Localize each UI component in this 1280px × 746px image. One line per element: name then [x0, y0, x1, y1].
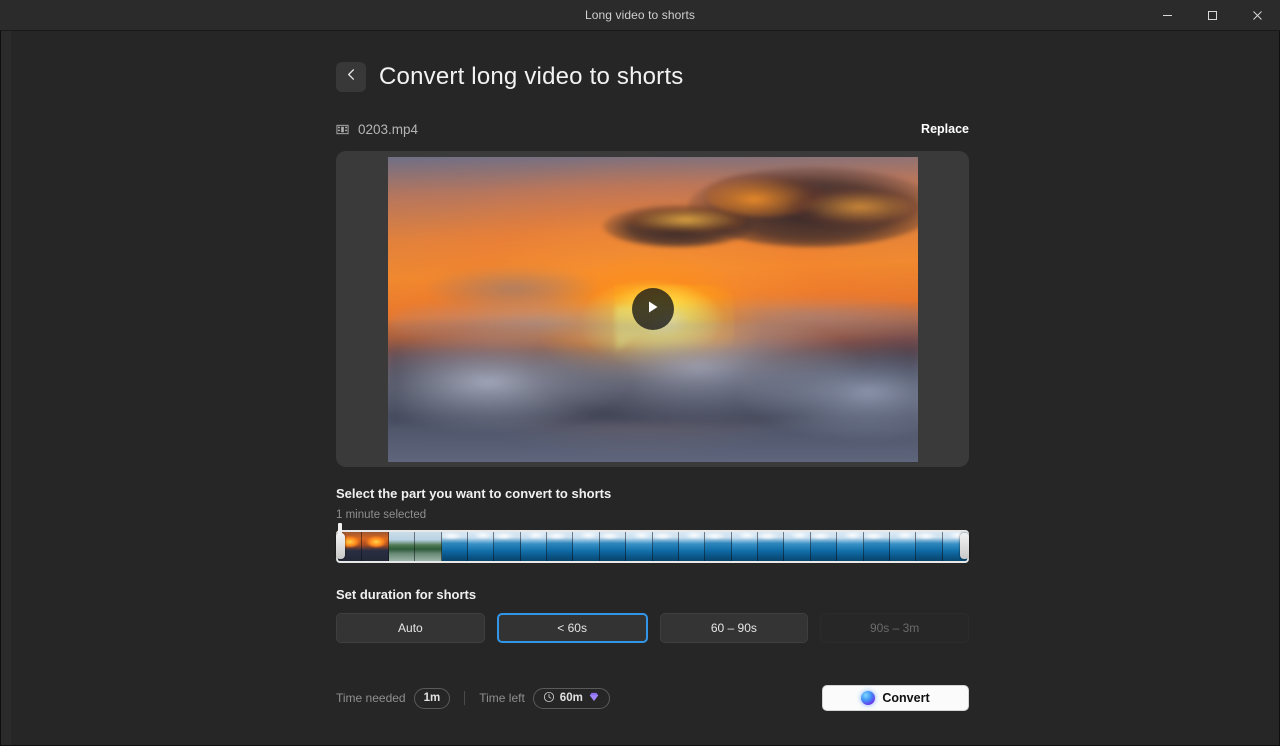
duration-option-3: 90s – 3m: [820, 613, 969, 643]
timeline-frame: [573, 530, 599, 563]
duration-option-label: Auto: [398, 621, 423, 635]
time-left-group: Time left 60m: [479, 688, 610, 709]
timeline-frame: [811, 530, 837, 563]
timeline-frame: [389, 530, 415, 563]
time-left-value: 60m: [560, 692, 583, 704]
timeline-frame: [864, 530, 890, 563]
time-left-label: Time left: [479, 691, 525, 705]
file-name: 0203.mp4: [358, 122, 418, 137]
duration-option-label: 60 – 90s: [711, 621, 757, 635]
trim-section-title: Select the part you want to convert to s…: [336, 486, 969, 501]
timeline-frame: [521, 530, 547, 563]
time-left-pill[interactable]: 60m: [533, 688, 610, 709]
chevron-left-icon: [344, 67, 359, 87]
timeline-frame: [468, 530, 494, 563]
timeline-frame: [705, 530, 731, 563]
ai-orb-icon: [861, 691, 875, 705]
convert-button[interactable]: Convert: [822, 685, 969, 711]
duration-section-title: Set duration for shorts: [336, 587, 969, 602]
timeline-frame: [653, 530, 679, 563]
video-preview-panel: [336, 151, 969, 467]
video-thumbnail[interactable]: [388, 157, 918, 462]
timeline-frame: [362, 530, 388, 563]
page-title: Convert long video to shorts: [379, 63, 683, 91]
window-controls: [1145, 0, 1280, 31]
time-needed-group: Time needed 1m: [336, 688, 450, 709]
time-needed-label: Time needed: [336, 691, 406, 705]
maximize-button[interactable]: [1190, 0, 1235, 31]
duration-options: Auto < 60s 60 – 90s 90s – 3m: [336, 613, 969, 643]
timeline-filmstrip[interactable]: [336, 530, 969, 563]
timeline-frame: [758, 530, 784, 563]
timeline-frame: [415, 530, 441, 563]
content-area: Convert long video to shorts: [11, 31, 1279, 745]
timeline-frame: [837, 530, 863, 563]
duration-option-label: < 60s: [557, 621, 587, 635]
time-needed-value: 1m: [424, 692, 441, 704]
play-button[interactable]: [632, 288, 674, 330]
play-icon: [645, 299, 660, 320]
trim-selection-text: 1 minute selected: [336, 509, 969, 521]
window-body: Convert long video to shorts: [0, 31, 1280, 746]
gem-icon: [588, 691, 600, 706]
close-button[interactable]: [1235, 0, 1280, 31]
file-row: 0203.mp4 Replace: [336, 119, 969, 139]
trim-handle-right[interactable]: [960, 533, 969, 559]
clock-icon: [543, 691, 555, 706]
page-header: Convert long video to shorts: [336, 59, 969, 95]
convert-page: Convert long video to shorts: [336, 59, 969, 713]
film-strip-icon: [336, 123, 349, 136]
duration-option-2[interactable]: 60 – 90s: [660, 613, 809, 643]
timeline-frame: [626, 530, 652, 563]
replace-button[interactable]: Replace: [921, 122, 969, 136]
footer: Time needed 1m Time left 60m: [336, 683, 969, 713]
timeline-frame: [890, 530, 916, 563]
back-button[interactable]: [336, 62, 366, 92]
video-cloud-layer: [788, 187, 918, 227]
title-bar: Long video to shorts: [0, 0, 1280, 31]
app-window: Long video to shorts: [0, 0, 1280, 746]
time-needed-pill: 1m: [414, 688, 451, 709]
minimize-button[interactable]: [1145, 0, 1190, 31]
timeline: [336, 530, 969, 568]
timeline-frame: [494, 530, 520, 563]
window-title: Long video to shorts: [0, 8, 1280, 22]
timeline-frame: [916, 530, 942, 563]
timeline-frame: [679, 530, 705, 563]
duration-option-1[interactable]: < 60s: [497, 613, 648, 643]
convert-button-label: Convert: [882, 691, 929, 705]
left-rail: [1, 31, 11, 745]
timeline-frame: [784, 530, 810, 563]
duration-option-label: 90s – 3m: [870, 621, 919, 635]
video-cloudbank: [388, 322, 918, 462]
timeline-frame: [600, 530, 626, 563]
timeline-playhead[interactable]: [338, 523, 342, 535]
timeline-frame: [547, 530, 573, 563]
trim-handle-left[interactable]: [336, 533, 345, 559]
timeline-frame: [442, 530, 468, 563]
timeline-frame: [732, 530, 758, 563]
footer-divider: [464, 691, 465, 705]
duration-option-0[interactable]: Auto: [336, 613, 485, 643]
video-cloud-layer: [626, 207, 746, 233]
